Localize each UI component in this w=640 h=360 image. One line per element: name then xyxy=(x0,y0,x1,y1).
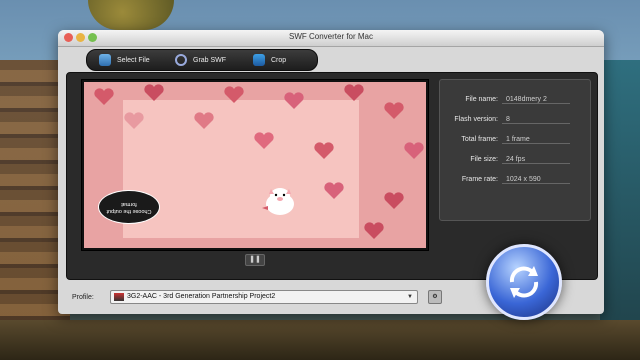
crop-icon xyxy=(253,54,265,66)
heart-decoration xyxy=(194,112,214,130)
app-window: SWF Converter for Mac Select File Grab S… xyxy=(58,30,604,320)
profile-settings-button[interactable]: ⚙ xyxy=(428,290,442,304)
heart-decoration xyxy=(384,102,404,120)
flash-version-label: Flash version: xyxy=(454,116,498,123)
heart-decoration xyxy=(224,86,244,104)
select-file-button[interactable]: Select File xyxy=(99,54,150,66)
heart-decoration xyxy=(364,222,384,240)
frame-rate-row: Frame rate: 1024 x 590 xyxy=(440,176,590,188)
background-scenery-right xyxy=(600,60,640,360)
heart-decoration xyxy=(324,182,344,200)
grab-swf-label: Grab SWF xyxy=(193,56,227,64)
pig-character xyxy=(260,182,300,218)
file-size-value: 24 fps xyxy=(502,156,570,164)
profile-format-icon xyxy=(114,293,124,301)
heart-decoration xyxy=(314,142,334,160)
grab-swf-icon xyxy=(175,54,187,66)
pause-button[interactable]: ❚❚ xyxy=(245,254,265,266)
settings-icon: ⚙ xyxy=(432,294,438,300)
preview-crop-region xyxy=(123,100,359,238)
file-size-label: File size: xyxy=(470,156,498,163)
convert-icon xyxy=(509,266,539,298)
file-name-value: 0148dmery 2 xyxy=(502,96,570,104)
profile-label: Profile: xyxy=(72,294,94,301)
heart-decoration xyxy=(254,132,274,150)
frame-rate-label: Frame rate: xyxy=(461,176,498,183)
total-frame-row: Total frame: 1 frame xyxy=(440,136,590,148)
convert-button[interactable] xyxy=(486,244,562,320)
heart-decoration xyxy=(124,112,144,130)
output-format-tip: Choose the output format xyxy=(98,190,160,224)
heart-decoration xyxy=(144,84,164,102)
frame-rate-value: 1024 x 590 xyxy=(502,176,570,184)
preview-frame: Choose the output format xyxy=(84,82,426,248)
flash-version-value: 8 xyxy=(502,116,570,124)
grab-swf-button[interactable]: Grab SWF xyxy=(175,54,226,66)
file-name-label: File name: xyxy=(465,96,498,103)
select-file-icon xyxy=(99,54,111,66)
chevron-down-icon: ▼ xyxy=(407,294,413,300)
total-frame-label: Total frame: xyxy=(461,136,498,143)
title-bar: SWF Converter for Mac xyxy=(58,30,604,47)
heart-decoration xyxy=(94,88,114,106)
heart-decoration xyxy=(404,142,424,160)
heart-decoration xyxy=(344,84,364,102)
file-name-row: File name: 0148dmery 2 xyxy=(440,96,590,108)
flash-version-row: Flash version: 8 xyxy=(440,116,590,128)
background-tree xyxy=(88,0,174,30)
file-size-row: File size: 24 fps xyxy=(440,156,590,168)
crop-button[interactable]: Crop xyxy=(253,54,286,66)
total-frame-value: 1 frame xyxy=(502,136,570,144)
file-info-panel: File name: 0148dmery 2 Flash version: 8 … xyxy=(439,79,591,221)
background-ground xyxy=(0,320,640,360)
crop-label: Crop xyxy=(271,56,287,64)
toolbar: Select File Grab SWF Crop xyxy=(86,49,318,71)
profile-value: 3G2-AAC - 3rd Generation Partnership Pro… xyxy=(127,293,276,300)
window-title: SWF Converter for Mac xyxy=(288,32,373,41)
pause-icon: ❚❚ xyxy=(249,256,261,263)
preview-area: Choose the output format xyxy=(81,79,429,251)
select-file-label: Select File xyxy=(117,56,150,64)
heart-decoration xyxy=(384,192,404,210)
profile-select[interactable]: 3G2-AAC - 3rd Generation Partnership Pro… xyxy=(110,290,418,304)
heart-decoration xyxy=(284,92,304,110)
